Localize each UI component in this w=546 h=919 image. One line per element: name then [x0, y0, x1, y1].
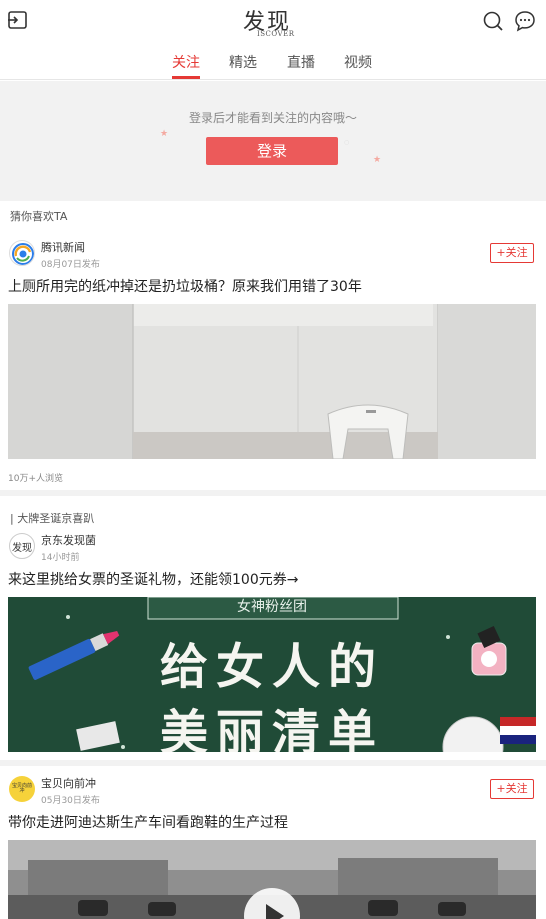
login-prompt-panel: 登录后才能看到关注的内容哦～ 登录 ★ ○ ★: [0, 81, 546, 201]
app-logo: 发现 ISCOVER: [243, 4, 303, 38]
avatar[interactable]: 发现: [9, 533, 35, 559]
tab-bar: 关注 精选 直播 视频: [0, 44, 546, 80]
banner-line-1: 给女人的: [159, 639, 384, 695]
article-banner-image[interactable]: 女神粉丝团 给女人的 美丽清单: [8, 597, 536, 752]
avatar-text: 发现: [12, 543, 32, 554]
follow-button[interactable]: +关注: [490, 779, 534, 799]
article-title[interactable]: 来这里挑给女票的圣诞礼物，还能领100元券→: [8, 569, 298, 589]
publish-time: 14小时前: [41, 553, 80, 563]
menu-icon[interactable]: [8, 10, 30, 30]
decor-star-icon: ★: [160, 129, 169, 139]
top-bar: 发现 ISCOVER: [0, 0, 546, 40]
article-image[interactable]: [8, 304, 536, 459]
avatar-text: 宝贝向前冲: [11, 783, 32, 794]
follow-button[interactable]: +关注: [490, 243, 534, 263]
view-count: 10万+人浏览: [8, 474, 63, 484]
publish-time: 08月07日发布: [41, 260, 100, 270]
section-label: 猜你喜欢TA: [10, 210, 68, 223]
avatar[interactable]: 宝贝向前冲: [9, 776, 35, 802]
decor-dot-icon: ○: [344, 139, 350, 146]
banner-line-2: 美丽清单: [159, 705, 384, 752]
video-thumbnail[interactable]: [8, 840, 536, 919]
logo-sub-text: ISCOVER: [257, 30, 295, 38]
decor-star-icon: ★: [373, 155, 382, 165]
tab-video[interactable]: 视频: [344, 52, 372, 72]
feed-divider: [0, 760, 546, 766]
login-prompt-text: 登录后才能看到关注的内容哦～: [188, 111, 357, 125]
banner-top-text: 女神粉丝团: [237, 599, 307, 615]
article-title[interactable]: 上厕所用完的纸冲掉还是扔垃圾桶？原来我们用错了30年: [8, 276, 362, 296]
tencent-news-logo-icon: [12, 243, 34, 265]
tab-live[interactable]: 直播: [287, 52, 315, 72]
tab-featured[interactable]: 精选: [229, 52, 257, 72]
avatar[interactable]: [9, 240, 35, 266]
active-tab-indicator: [172, 76, 200, 79]
source-name[interactable]: 京东发现菌: [41, 532, 96, 548]
publish-time: 05月30日发布: [41, 796, 100, 806]
login-button[interactable]: 登录: [206, 137, 338, 165]
play-button[interactable]: [244, 888, 300, 919]
bathroom-photo: [8, 304, 536, 459]
category-label: | 大牌圣诞京喜趴: [10, 512, 95, 525]
article-title[interactable]: 带你走进阿迪达斯生产车间看跑鞋的生产过程: [8, 812, 288, 832]
search-icon[interactable]: [482, 10, 504, 32]
tab-follow[interactable]: 关注: [172, 52, 200, 72]
source-name[interactable]: 宝贝向前冲: [41, 775, 96, 791]
message-icon[interactable]: [514, 10, 536, 32]
play-icon: [266, 904, 284, 919]
source-name[interactable]: 腾讯新闻: [41, 239, 85, 255]
feed-divider: [0, 490, 546, 496]
